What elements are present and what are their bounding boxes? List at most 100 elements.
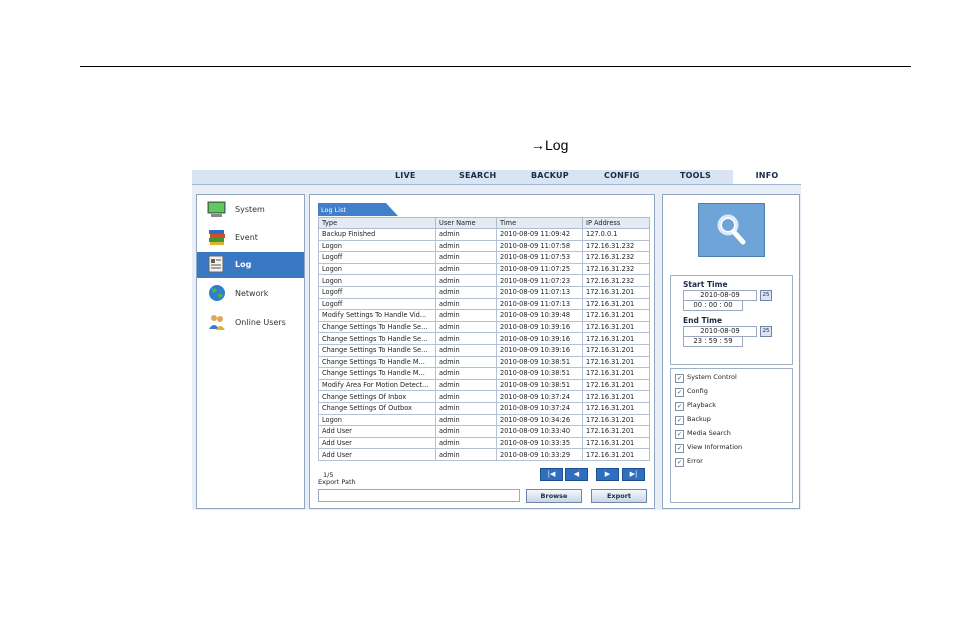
checkbox-box[interactable]: ✓ [675, 374, 684, 383]
log-type-cell: Logoff [318, 251, 436, 264]
prev-page-button[interactable]: ◀ [565, 468, 588, 481]
tab-backup[interactable]: BACKUP [531, 171, 569, 180]
checkbox-box[interactable]: ✓ [675, 388, 684, 397]
log-ip-cell: 172.16.31.232 [582, 251, 650, 264]
users-icon [209, 315, 225, 330]
table-row[interactable]: Change Settings To Handle M... admin 2010-… [318, 367, 650, 380]
log-user-cell: admin [435, 274, 497, 287]
log-ip-cell: 172.16.31.201 [582, 343, 650, 357]
log-ip-cell: 172.16.31.201 [582, 297, 650, 311]
log-ip-cell: 172.16.31.201 [582, 332, 650, 345]
sidebar-item-event[interactable]: Event [197, 225, 304, 251]
log-user-cell: admin [435, 413, 497, 427]
checkbox-label: Playback [687, 401, 717, 409]
log-time-cell: 2010-08-09 10:37:24 [496, 401, 583, 415]
log-type-cell: Add User [318, 448, 436, 461]
log-type-cell: Change Settings To Handle Se... [318, 332, 436, 345]
first-page-button[interactable]: |◀ [540, 468, 563, 481]
checkbox-box[interactable]: ✓ [675, 416, 684, 425]
tab-tools[interactable]: TOOLS [680, 171, 711, 180]
log-time-cell: 2010-08-09 11:07:25 [496, 262, 583, 276]
table-row[interactable]: Change Settings To Handle M... admin 2010-… [318, 355, 650, 369]
last-page-button[interactable]: ▶| [622, 468, 645, 481]
log-type-cell: Change Settings To Handle Se... [318, 320, 436, 334]
log-type-cell: Change Settings Of Outbox [318, 401, 436, 415]
sidebar-item-label: System [235, 205, 265, 214]
start-time-label: Start Time [683, 280, 728, 289]
table-row[interactable]: Logoff admin 2010-08-09 11:07:13 172.16.31.… [318, 297, 650, 311]
checkbox-label: System Control [687, 373, 737, 381]
tab-info[interactable]: INFO [733, 170, 801, 184]
log-time-cell: 2010-08-09 10:38:51 [496, 367, 583, 380]
log-type-cell: Modify Area For Motion Detect... [318, 378, 436, 392]
next-page-button[interactable]: ▶ [596, 468, 619, 481]
tab-search[interactable]: SEARCH [459, 171, 496, 180]
export-button[interactable]: Export [591, 489, 647, 503]
sidebar: System Event Log Network Online Users [196, 194, 305, 509]
end-time-input[interactable]: 23 : 59 : 59 [683, 336, 743, 347]
export-path-input[interactable] [318, 489, 520, 502]
log-type-cell: Backup Finished [318, 228, 436, 241]
log-user-cell: admin [435, 425, 497, 438]
browse-button[interactable]: Browse [526, 489, 582, 503]
sidebar-item-network[interactable]: Network [197, 281, 304, 307]
log-user-cell: admin [435, 367, 497, 380]
table-row[interactable]: Logoff admin 2010-08-09 11:07:13 172.16.31.… [318, 285, 650, 299]
checkbox-box[interactable]: ✓ [675, 402, 684, 411]
log-user-cell: admin [435, 285, 497, 299]
log-time-cell: 2010-08-09 11:09:42 [496, 228, 583, 241]
checkbox-box[interactable]: ✓ [675, 430, 684, 439]
checkbox-label: Error [687, 457, 703, 465]
start-time-input[interactable]: 00 : 00 : 00 [683, 300, 743, 311]
sidebar-item-log[interactable]: Log [197, 252, 304, 278]
table-row[interactable]: Change Settings To Handle Se... admin 2010… [318, 343, 650, 357]
log-time-cell: 2010-08-09 10:38:51 [496, 355, 583, 369]
column-header-ip-address[interactable]: IP Address [582, 217, 650, 229]
tab-config[interactable]: CONFIG [604, 171, 640, 180]
table-row[interactable]: Logoff admin 2010-08-09 11:07:53 172.16.31.… [318, 251, 650, 264]
table-row[interactable]: Change Settings To Handle Se... admin 2010… [318, 332, 650, 345]
table-row[interactable]: Logon admin 2010-08-09 10:34:26 172.16.31.2… [318, 413, 650, 427]
column-header-time[interactable]: Time [496, 217, 583, 229]
sidebar-item-online-users[interactable]: Online Users [197, 310, 304, 336]
table-row[interactable]: Add User admin 2010-08-09 10:33:29 172.16.3… [318, 448, 650, 461]
log-user-cell: admin [435, 448, 497, 461]
table-row[interactable]: Logon admin 2010-08-09 11:07:58 172.16.31.2… [318, 239, 650, 253]
top-navigation: LIVE SEARCH BACKUP CONFIG TOOLS INFO [192, 170, 801, 185]
sidebar-item-system[interactable]: System [197, 197, 304, 223]
log-time-cell: 2010-08-09 10:39:16 [496, 332, 583, 345]
log-user-cell: admin [435, 309, 497, 322]
table-row[interactable]: Add User admin 2010-08-09 10:33:40 172.16.3… [318, 425, 650, 438]
table-row[interactable]: Modify Area For Motion Detect... admin 201… [318, 378, 650, 392]
log-type-cell: Logon [318, 413, 436, 427]
books-icon [209, 230, 225, 245]
table-row[interactable]: Change Settings To Handle Se... admin 2010… [318, 320, 650, 334]
log-type-cell: Logoff [318, 297, 436, 311]
log-ip-cell: 172.16.31.201 [582, 320, 650, 334]
log-ip-cell: 172.16.31.232 [582, 274, 650, 287]
log-user-cell: admin [435, 239, 497, 253]
search-button[interactable] [698, 203, 765, 257]
table-row[interactable]: Logon admin 2010-08-09 11:07:25 172.16.31.2… [318, 262, 650, 276]
log-type-cell: Logon [318, 262, 436, 276]
last-page-icon: ▶| [629, 470, 638, 478]
dvr-app-window: LIVE SEARCH BACKUP CONFIG TOOLS INFO Sys… [192, 170, 801, 510]
log-user-cell: admin [435, 436, 497, 450]
end-calendar-button[interactable]: 25 [760, 326, 772, 337]
table-row[interactable]: Add User admin 2010-08-09 10:33:35 172.16.3… [318, 436, 650, 450]
column-header-type[interactable]: Type [318, 217, 436, 229]
log-time-cell: 2010-08-09 10:33:35 [496, 436, 583, 450]
table-row[interactable]: Modify Settings To Handle Vid... admin 201… [318, 309, 650, 322]
table-row[interactable]: Change Settings Of Outbox admin 2010-08-09… [318, 401, 650, 415]
log-ip-cell: 172.16.31.201 [582, 367, 650, 380]
table-row[interactable]: Change Settings Of Inbox admin 2010-08-09 … [318, 390, 650, 403]
tab-live[interactable]: LIVE [395, 171, 416, 180]
log-type-cell: Change Settings To Handle M... [318, 355, 436, 369]
checkbox-box[interactable]: ✓ [675, 444, 684, 453]
column-header-user-name[interactable]: User Name [435, 217, 497, 229]
start-calendar-button[interactable]: 25 [760, 290, 772, 301]
checkbox-box[interactable]: ✓ [675, 458, 684, 467]
log-user-cell: admin [435, 343, 497, 357]
table-row[interactable]: Backup Finished admin 2010-08-09 11:09:42 1… [318, 228, 650, 241]
table-row[interactable]: Logon admin 2010-08-09 11:07:23 172.16.31.2… [318, 274, 650, 287]
